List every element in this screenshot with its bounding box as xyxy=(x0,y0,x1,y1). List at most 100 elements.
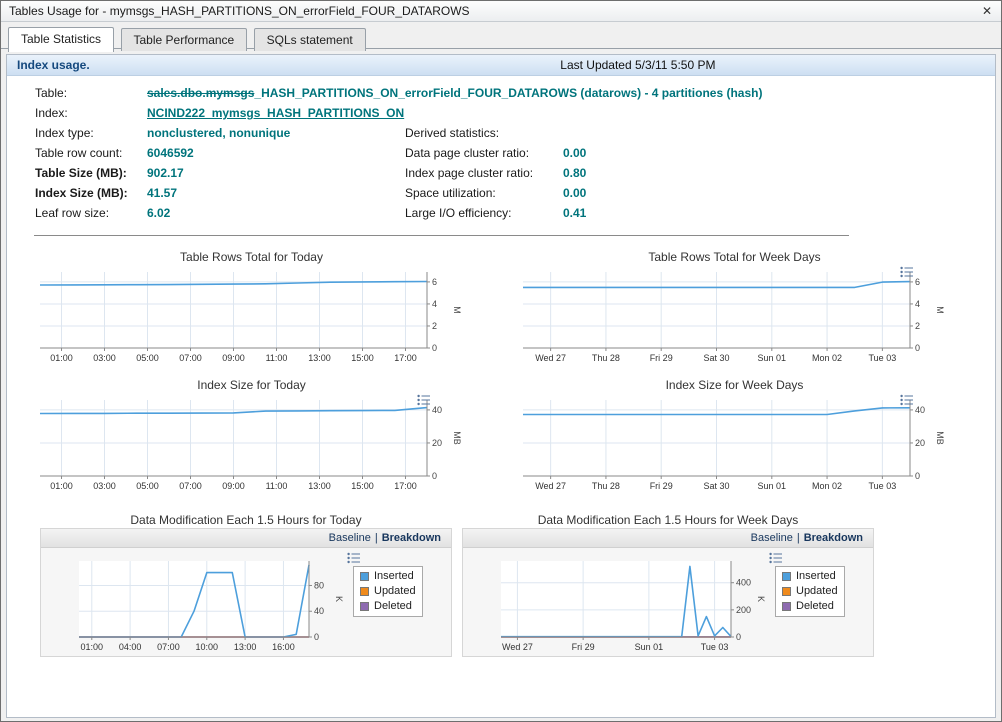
svg-text:6: 6 xyxy=(432,277,437,287)
data-page-cluster-ratio-value: 0.00 xyxy=(563,146,995,160)
legend-label: Updated xyxy=(796,585,838,597)
panel-body: 0200400KWed 27Fri 29Sun 01Tue 03 Inserte… xyxy=(463,548,873,656)
svg-text:04:00: 04:00 xyxy=(119,642,142,652)
index-value[interactable]: NCIND222_mymsgs_HASH_PARTITIONS_ON xyxy=(147,106,995,120)
leaf-row-size-label: Leaf row size: xyxy=(35,206,147,220)
legend-item[interactable]: Deleted xyxy=(360,600,416,612)
svg-text:03:00: 03:00 xyxy=(93,353,116,363)
baseline-link[interactable]: Baseline xyxy=(329,532,371,544)
svg-text:Tue 03: Tue 03 xyxy=(701,642,729,652)
svg-text:09:00: 09:00 xyxy=(222,481,245,491)
legend-swatch xyxy=(782,602,791,611)
svg-text:Fri 29: Fri 29 xyxy=(572,642,595,652)
tab-table-performance[interactable]: Table Performance xyxy=(121,28,248,51)
legend-label: Updated xyxy=(374,585,416,597)
chart-menu-icon[interactable] xyxy=(417,393,431,405)
legend-item[interactable]: Updated xyxy=(360,585,416,597)
divider xyxy=(34,235,849,236)
svg-text:2: 2 xyxy=(915,321,920,331)
svg-text:20: 20 xyxy=(915,438,925,448)
chart-legend: Inserted Updated Deleted xyxy=(775,566,845,617)
svg-text:40: 40 xyxy=(314,606,324,616)
legend-swatch xyxy=(782,572,791,581)
svg-text:17:00: 17:00 xyxy=(394,481,417,491)
svg-text:01:00: 01:00 xyxy=(50,481,73,491)
svg-text:10:00: 10:00 xyxy=(196,642,219,652)
chart-menu-icon[interactable] xyxy=(347,551,361,563)
chart-menu-icon[interactable] xyxy=(900,265,914,277)
legend-label: Inserted xyxy=(796,570,836,582)
svg-text:2: 2 xyxy=(432,321,437,331)
svg-text:01:00: 01:00 xyxy=(81,642,104,652)
chart-title: Index Size for Today xyxy=(38,378,465,392)
data-page-cluster-ratio-label: Data page cluster ratio: xyxy=(405,146,563,160)
link-separator: | xyxy=(797,532,800,544)
breakdown-link[interactable]: Breakdown xyxy=(804,532,863,544)
panel-header: Baseline | Breakdown xyxy=(463,529,873,548)
breakdown-link[interactable]: Breakdown xyxy=(382,532,441,544)
link-separator: | xyxy=(375,532,378,544)
svg-text:Sun 01: Sun 01 xyxy=(758,353,787,363)
chart-title: Data Modification Each 1.5 Hours for Tod… xyxy=(40,513,452,527)
chart-menu-icon[interactable] xyxy=(769,551,783,563)
chart-title: Data Modification Each 1.5 Hours for Wee… xyxy=(462,513,874,527)
section-title: Index usage. xyxy=(7,58,90,72)
chart-index-size-today: Index Size for Today 02040MB01:0003:0005… xyxy=(38,375,465,498)
svg-text:09:00: 09:00 xyxy=(222,353,245,363)
svg-text:M: M xyxy=(452,306,462,314)
chart-legend: Inserted Updated Deleted xyxy=(353,566,423,617)
tab-table-statistics[interactable]: Table Statistics xyxy=(8,27,114,52)
table-value-tail: _HASH_PARTITIONS_ON_errorField_FOUR_DATA… xyxy=(254,86,762,100)
svg-text:01:00: 01:00 xyxy=(50,353,73,363)
svg-text:40: 40 xyxy=(915,405,925,415)
svg-text:Wed 27: Wed 27 xyxy=(535,481,566,491)
svg-text:4: 4 xyxy=(915,299,920,309)
svg-text:Thu 28: Thu 28 xyxy=(592,353,620,363)
table-value-head[interactable]: sales.dbo.mymsgs xyxy=(147,86,254,100)
svg-text:200: 200 xyxy=(736,605,751,615)
table-label: Table: xyxy=(35,86,147,100)
svg-text:03:00: 03:00 xyxy=(93,481,116,491)
svg-text:Tue 03: Tue 03 xyxy=(869,353,897,363)
content-panel: Index usage. Last Updated 5/3/11 5:50 PM… xyxy=(6,54,996,718)
line-chart: 0200400KWed 27Fri 29Sun 01Tue 03 xyxy=(499,554,767,654)
svg-text:Sat 30: Sat 30 xyxy=(703,353,729,363)
svg-text:MB: MB xyxy=(935,431,945,445)
close-icon[interactable]: ✕ xyxy=(979,4,1001,18)
svg-text:13:00: 13:00 xyxy=(308,353,331,363)
legend-item[interactable]: Inserted xyxy=(782,570,838,582)
baseline-link[interactable]: Baseline xyxy=(751,532,793,544)
svg-text:15:00: 15:00 xyxy=(351,353,374,363)
chart-table-rows-week: Table Rows Total for Week Days 0246MWed … xyxy=(521,247,948,370)
chart-menu-icon[interactable] xyxy=(900,393,914,405)
svg-text:400: 400 xyxy=(736,578,751,588)
space-utilization-label: Space utilization: xyxy=(405,186,563,200)
svg-text:07:00: 07:00 xyxy=(157,642,180,652)
line-chart: 0246M01:0003:0005:0007:0009:0011:0013:00… xyxy=(38,265,463,365)
svg-text:20: 20 xyxy=(432,438,442,448)
svg-text:Mon 02: Mon 02 xyxy=(812,481,842,491)
legend-item[interactable]: Inserted xyxy=(360,570,416,582)
legend-item[interactable]: Deleted xyxy=(782,600,838,612)
table-value[interactable]: sales.dbo.mymsgs_HASH_PARTITIONS_ON_erro… xyxy=(147,86,995,100)
index-label: Index: xyxy=(35,106,147,120)
svg-text:13:00: 13:00 xyxy=(234,642,257,652)
svg-text:11:00: 11:00 xyxy=(266,481,288,491)
chart-title: Index Size for Week Days xyxy=(521,378,948,392)
index-size-value: 41.57 xyxy=(147,186,405,200)
section-header: Index usage. Last Updated 5/3/11 5:50 PM xyxy=(7,55,995,76)
panel: Baseline | Breakdown 04080K01:0004:0007:… xyxy=(40,528,452,657)
charts-area: Table Rows Total for Today 0246M01:0003:… xyxy=(7,240,995,498)
svg-text:0: 0 xyxy=(915,343,920,353)
tab-sqls-statement[interactable]: SQLs statement xyxy=(254,28,366,51)
space-utilization-value: 0.00 xyxy=(563,186,995,200)
chart-title: Table Rows Total for Week Days xyxy=(521,250,948,264)
legend-item[interactable]: Updated xyxy=(782,585,838,597)
svg-text:05:00: 05:00 xyxy=(136,481,159,491)
line-chart: 02040MB01:0003:0005:0007:0009:0011:0013:… xyxy=(38,393,463,493)
window: Tables Usage for - mymsgs_HASH_PARTITION… xyxy=(0,0,1002,722)
legend-swatch xyxy=(782,587,791,596)
panel: Baseline | Breakdown 0200400KWed 27Fri 2… xyxy=(462,528,874,657)
tab-bar: Table Statistics Table Performance SQLs … xyxy=(1,22,1001,49)
svg-text:0: 0 xyxy=(736,632,741,642)
